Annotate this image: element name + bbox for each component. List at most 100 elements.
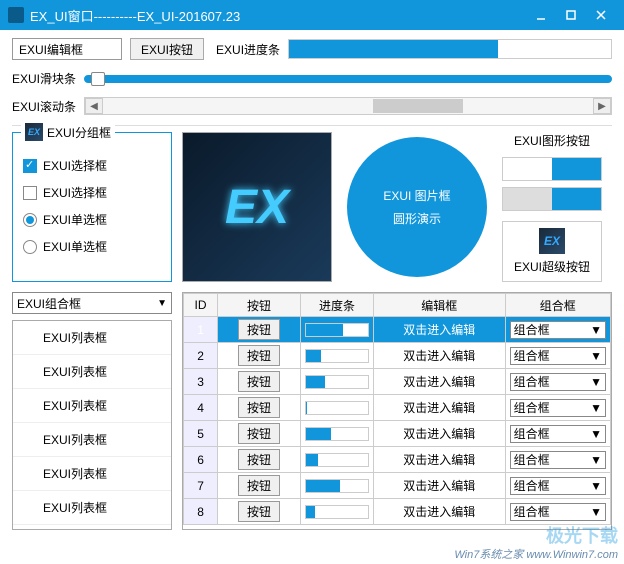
combobox[interactable]: EXUI组合框 ▼ (12, 292, 172, 314)
exui-button[interactable]: EXUI按钮 (130, 38, 204, 60)
row-button[interactable]: 按钮 (238, 397, 280, 418)
table-header[interactable]: ID (184, 294, 218, 317)
titlebar: EX_UI窗口----------EX_UI-201607.23 (0, 0, 624, 30)
list-item[interactable]: EXUI列表框 (13, 491, 171, 525)
progress-bar (288, 39, 612, 59)
slider-thumb[interactable] (91, 72, 105, 86)
row-edit[interactable]: 双击进入编辑 (374, 421, 506, 447)
chevron-down-icon: ▼ (590, 427, 602, 441)
row-progress (305, 323, 369, 337)
data-table: ID按钮进度条编辑框组合框1按钮双击进入编辑组合框▼2按钮双击进入编辑组合框▼3… (182, 292, 612, 530)
list-item[interactable]: EXUI列表框 (13, 457, 171, 491)
chevron-down-icon: ▼ (590, 349, 602, 363)
row-progress (305, 349, 369, 363)
progress-label: EXUI进度条 (216, 41, 280, 58)
edit-box[interactable] (12, 38, 122, 60)
graphic-button-1[interactable] (502, 157, 602, 181)
row-combo[interactable]: 组合框▼ (510, 399, 606, 417)
slider[interactable] (84, 75, 612, 83)
chevron-down-icon: ▼ (590, 323, 602, 337)
table-header[interactable]: 组合框 (505, 294, 610, 317)
table-row[interactable]: 8 按钮 双击进入编辑组合框▼ (184, 499, 611, 525)
chevron-down-icon: ▼ (590, 375, 602, 389)
cell-id: 2 (184, 343, 218, 369)
window-title: EX_UI窗口----------EX_UI-201607.23 (30, 6, 526, 25)
row-button[interactable]: 按钮 (238, 371, 280, 392)
radio-icon[interactable] (23, 213, 37, 227)
row-combo[interactable]: 组合框▼ (510, 425, 606, 443)
group-item[interactable]: EXUI选择框 (23, 184, 161, 201)
table-row[interactable]: 3按钮双击进入编辑组合框▼ (184, 369, 611, 395)
group-item[interactable]: EXUI单选框 (23, 211, 161, 228)
cell-id: 7 (184, 473, 218, 499)
maximize-button[interactable] (556, 0, 586, 30)
close-button[interactable] (586, 0, 616, 30)
row-edit[interactable]: 双击进入编辑 (374, 395, 506, 421)
group-item[interactable]: EXUI单选框 (23, 238, 161, 255)
row-edit[interactable]: 双击进入编辑 (374, 499, 506, 525)
row-edit[interactable]: 双击进入编辑 (374, 343, 506, 369)
table-row[interactable]: 6按钮双击进入编辑组合框▼ (184, 447, 611, 473)
progress-fill (289, 40, 498, 58)
minimize-button[interactable] (526, 0, 556, 30)
scroll-left-icon[interactable]: ◀ (85, 98, 103, 114)
listbox[interactable]: EXUI列表框EXUI列表框EXUI列表框EXUI列表框EXUI列表框EXUI列… (12, 320, 172, 530)
slider-label: EXUI滑块条 (12, 70, 76, 87)
table-header[interactable]: 进度条 (300, 294, 373, 317)
scroll-track[interactable] (103, 98, 593, 114)
row-button[interactable]: 按钮 (238, 475, 280, 496)
scroll-thumb[interactable] (373, 99, 463, 113)
scrollbar[interactable]: ◀ ▶ (84, 97, 612, 115)
ex-logo-icon: EX (25, 123, 43, 141)
row-progress (305, 375, 369, 389)
table-row[interactable]: 7 按钮 双击进入编辑组合框▼ (184, 473, 611, 499)
graphic-button-2[interactable] (502, 187, 602, 211)
list-item[interactable]: EXUI列表框 (13, 321, 171, 355)
list-item[interactable]: EXUI列表框 (13, 355, 171, 389)
row-edit[interactable]: 双击进入编辑 (374, 369, 506, 395)
watermark-text: Win7系统之家 www.Winwin7.com (454, 546, 618, 562)
table-row[interactable]: 1按钮双击进入编辑组合框▼ (184, 317, 611, 343)
row-button[interactable]: 按钮 (238, 501, 280, 522)
chevron-down-icon: ▼ (157, 298, 167, 309)
item-label: EXUI单选框 (43, 238, 107, 255)
group-item[interactable]: EXUI选择框 (23, 157, 161, 174)
item-label: EXUI单选框 (43, 211, 107, 228)
cell-id: 8 (184, 499, 218, 525)
row-edit[interactable]: 双击进入编辑 (374, 447, 506, 473)
row-combo[interactable]: 组合框▼ (510, 347, 606, 365)
super-button[interactable]: EX EXUI超级按钮 (502, 221, 602, 282)
row-button[interactable]: 按钮 (238, 449, 280, 470)
row-combo[interactable]: 组合框▼ (510, 503, 606, 521)
chevron-down-icon: ▼ (590, 401, 602, 415)
table-header[interactable]: 编辑框 (374, 294, 506, 317)
scrollbar-label: EXUI滚动条 (12, 98, 76, 115)
row-progress (305, 427, 369, 441)
table-row[interactable]: 2 按钮 双击进入编辑组合框▼ (184, 343, 611, 369)
circle-text-1: EXUI 图片框 (383, 187, 450, 204)
groupbox-legend: EX EXUI分组框 (21, 123, 115, 141)
chevron-down-icon: ▼ (590, 479, 602, 493)
list-item[interactable]: EXUI列表框 (13, 423, 171, 457)
cell-id: 4 (184, 395, 218, 421)
app-icon (8, 7, 24, 23)
row-edit[interactable]: 双击进入编辑 (374, 473, 506, 499)
scroll-right-icon[interactable]: ▶ (593, 98, 611, 114)
row-combo[interactable]: 组合框▼ (510, 477, 606, 495)
row-button[interactable]: 按钮 (238, 423, 280, 444)
chevron-down-icon: ▼ (590, 453, 602, 467)
radio-icon[interactable] (23, 240, 37, 254)
checkbox-icon[interactable] (23, 159, 37, 173)
table-row[interactable]: 4 按钮 双击进入编辑组合框▼ (184, 395, 611, 421)
list-item[interactable]: EXUI列表框 (13, 389, 171, 423)
row-button[interactable]: 按钮 (238, 319, 280, 340)
row-button[interactable]: 按钮 (238, 345, 280, 366)
row-combo[interactable]: 组合框▼ (510, 451, 606, 469)
row-combo[interactable]: 组合框▼ (510, 373, 606, 391)
checkbox-icon[interactable] (23, 186, 37, 200)
table-header[interactable]: 按钮 (218, 294, 301, 317)
table-row[interactable]: 5按钮双击进入编辑组合框▼ (184, 421, 611, 447)
row-edit[interactable]: 双击进入编辑 (374, 317, 506, 343)
row-combo[interactable]: 组合框▼ (510, 321, 606, 339)
list-item[interactable]: EXUI列表框 (13, 525, 171, 530)
